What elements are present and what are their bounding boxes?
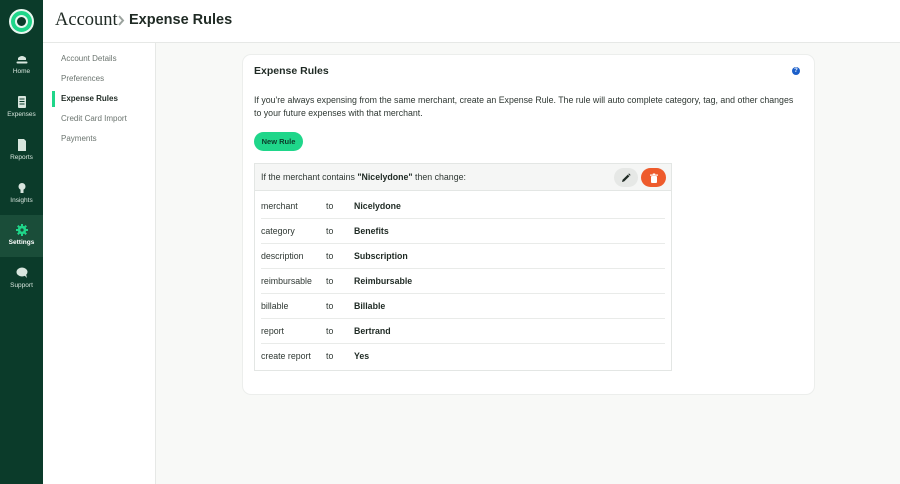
rule-field: reimbursable	[261, 276, 312, 286]
card-description: If you're always expensing from the same…	[254, 95, 794, 118]
rule-to: to	[326, 276, 334, 286]
expense-rules-card: Expense Rules ? If you're always expensi…	[243, 55, 814, 394]
rule-row: merchant to Nicelydone	[261, 194, 665, 219]
rule-merchant: "Nicelydone"	[357, 172, 413, 182]
rule-value: Benefits	[354, 226, 389, 236]
rule-to: to	[326, 301, 334, 311]
rule-to: to	[326, 226, 334, 236]
rule-to: to	[326, 351, 334, 361]
rail-item-home[interactable]: Home	[0, 44, 43, 86]
rail-item-settings[interactable]: Settings	[0, 215, 43, 257]
rule-row: reimbursable to Reimbursable	[261, 269, 665, 294]
lightbulb-icon	[18, 183, 25, 193]
app-rail: Home Expenses Reports Insights Settings	[0, 0, 43, 484]
app-logo-icon[interactable]	[9, 9, 34, 34]
rail-item-label: Reports	[10, 154, 33, 161]
subnav-item-credit-card-import[interactable]: Credit Card Import	[52, 111, 156, 127]
rule-row: report to Bertrand	[261, 319, 665, 344]
trash-icon	[649, 173, 658, 183]
rule-value: Subscription	[354, 251, 408, 261]
rule-field: create report	[261, 351, 311, 361]
rule-field: description	[261, 251, 304, 261]
home-icon	[16, 56, 27, 64]
subnav-item-preferences[interactable]: Preferences	[52, 71, 156, 87]
rail-item-label: Expenses	[7, 111, 36, 118]
rule-row: description to Subscription	[261, 244, 665, 269]
chevron-right-icon	[118, 15, 125, 26]
subnav-item-payments[interactable]: Payments	[52, 131, 156, 147]
card-title: Expense Rules	[254, 65, 329, 77]
rule-row: category to Benefits	[261, 219, 665, 244]
rule-field: billable	[261, 301, 289, 311]
rule-condition-prefix: If the merchant contains	[261, 172, 358, 182]
subnav-item-expense-rules[interactable]: Expense Rules	[52, 91, 156, 107]
rule-value: Reimbursable	[354, 276, 413, 286]
page-title: Expense Rules	[129, 12, 233, 28]
account-subnav: Account Details Preferences Expense Rule…	[43, 43, 156, 484]
rail-item-support[interactable]: Support	[0, 258, 43, 300]
rule-header: If the merchant contains "Nicelydone" th…	[255, 164, 671, 191]
chat-bubble-icon	[16, 267, 27, 278]
help-icon[interactable]: ?	[792, 67, 800, 75]
expense-rule: If the merchant contains "Nicelydone" th…	[254, 163, 672, 371]
rule-row: create report to Yes	[261, 344, 665, 369]
rule-value: Bertrand	[354, 326, 391, 336]
document-icon	[17, 139, 26, 151]
rule-value: Yes	[354, 351, 370, 361]
page-header: Account Expense Rules	[43, 0, 900, 43]
rail-item-label: Insights	[10, 197, 33, 204]
receipt-icon	[17, 96, 26, 108]
gear-icon	[15, 224, 28, 236]
edit-rule-button[interactable]	[614, 168, 638, 187]
rail-item-reports[interactable]: Reports	[0, 130, 43, 172]
rail-item-label: Support	[10, 282, 33, 289]
rule-condition-suffix: then change:	[412, 172, 466, 182]
breadcrumb-account[interactable]: Account	[55, 10, 118, 31]
rule-field: merchant	[261, 201, 298, 211]
delete-rule-button[interactable]	[641, 168, 666, 187]
rail-item-label: Settings	[8, 239, 35, 246]
rail-item-expenses[interactable]: Expenses	[0, 87, 43, 129]
rule-row: billable to Billable	[261, 294, 665, 319]
new-rule-button[interactable]: New Rule	[254, 132, 303, 151]
rule-value: Billable	[354, 301, 386, 311]
rule-to: to	[326, 326, 334, 336]
rule-field: category	[261, 226, 295, 236]
rule-to: to	[326, 251, 334, 261]
rail-item-label: Home	[12, 68, 31, 75]
rule-value: Nicelydone	[354, 201, 401, 211]
subnav-item-account-details[interactable]: Account Details	[52, 51, 156, 67]
rule-field: report	[261, 326, 284, 336]
pencil-icon	[622, 172, 631, 182]
rail-item-insights[interactable]: Insights	[0, 173, 43, 215]
rule-condition: If the merchant contains "Nicelydone" th…	[261, 172, 466, 182]
rule-to: to	[326, 201, 334, 211]
